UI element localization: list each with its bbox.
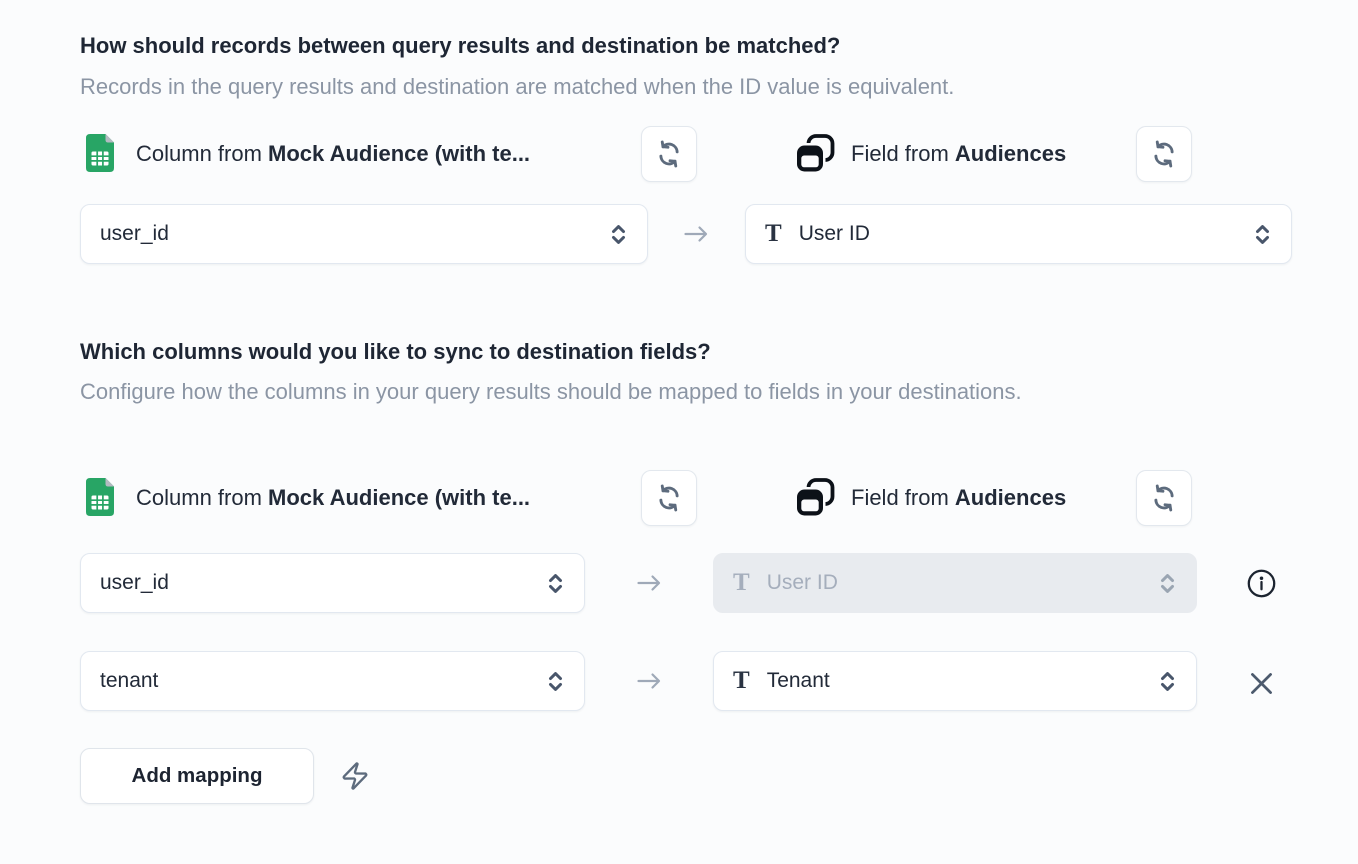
text-type-icon: T (733, 569, 750, 597)
match-destination-field-value: User ID (799, 222, 870, 246)
info-icon[interactable] (1244, 566, 1278, 600)
sync-icon (1149, 483, 1179, 513)
sync-icon (1149, 139, 1179, 169)
add-mapping-button[interactable]: Add mapping (80, 748, 314, 804)
source-column-prefix: Column from (136, 485, 262, 510)
mapping-row-source-select[interactable]: user_id (80, 553, 585, 613)
match-section-subtitle: Records in the query results and destina… (80, 72, 954, 102)
match-source-column-select[interactable]: user_id (80, 204, 648, 264)
sync-icon (654, 483, 684, 513)
chevron-up-down-icon (610, 223, 627, 246)
chevron-up-down-icon (1159, 572, 1176, 595)
source-name: Mock Audience (with te... (268, 485, 530, 510)
remove-mapping-icon[interactable] (1244, 666, 1278, 700)
arrow-right-icon (683, 222, 709, 246)
match-source-column-value: user_id (100, 222, 169, 246)
mapping-destination-value: User ID (767, 571, 838, 595)
mapping-row-destination-select-disabled: T User ID (713, 553, 1197, 613)
destination-field-header: Field from Audiences (851, 126, 1066, 182)
match-destination-field-select[interactable]: T User ID (745, 204, 1292, 264)
source-column-header: Column from Mock Audience (with te... (136, 126, 530, 182)
refresh-source-columns-button[interactable] (641, 126, 697, 182)
google-sheets-icon (84, 477, 116, 517)
destination-field-prefix: Field from (851, 485, 949, 510)
suggest-mappings-lightning-icon[interactable] (337, 758, 373, 794)
google-sheets-icon (84, 133, 116, 173)
destination-field-header: Field from Audiences (851, 470, 1066, 526)
field-mapping-panel: How should records between query results… (0, 0, 1358, 864)
chevron-up-down-icon (1159, 670, 1176, 693)
refresh-source-columns-button[interactable] (641, 470, 697, 526)
refresh-destination-fields-button[interactable] (1136, 126, 1192, 182)
mapping-source-value: user_id (100, 571, 169, 595)
chevron-up-down-icon (547, 670, 564, 693)
source-column-prefix: Column from (136, 141, 262, 166)
arrow-right-icon (636, 669, 662, 693)
mapping-section-subtitle: Configure how the columns in your query … (80, 372, 1100, 412)
sync-icon (654, 139, 684, 169)
chevron-up-down-icon (1254, 223, 1271, 246)
source-name: Mock Audience (with te... (268, 141, 530, 166)
destination-audiences-icon (795, 134, 835, 174)
mapping-source-value: tenant (100, 669, 158, 693)
source-column-header: Column from Mock Audience (with te... (136, 470, 530, 526)
mapping-row-source-select[interactable]: tenant (80, 651, 585, 711)
text-type-icon: T (765, 220, 782, 248)
match-section-title: How should records between query results… (80, 31, 840, 61)
destination-name: Audiences (955, 485, 1066, 510)
arrow-right-icon (636, 571, 662, 595)
mapping-destination-value: Tenant (767, 669, 830, 693)
destination-audiences-icon (795, 478, 835, 518)
destination-field-prefix: Field from (851, 141, 949, 166)
refresh-destination-fields-button[interactable] (1136, 470, 1192, 526)
mapping-row-destination-select[interactable]: T Tenant (713, 651, 1197, 711)
text-type-icon: T (733, 667, 750, 695)
mapping-section-title: Which columns would you like to sync to … (80, 337, 711, 367)
destination-name: Audiences (955, 141, 1066, 166)
add-mapping-label: Add mapping (132, 764, 263, 788)
chevron-up-down-icon (547, 572, 564, 595)
